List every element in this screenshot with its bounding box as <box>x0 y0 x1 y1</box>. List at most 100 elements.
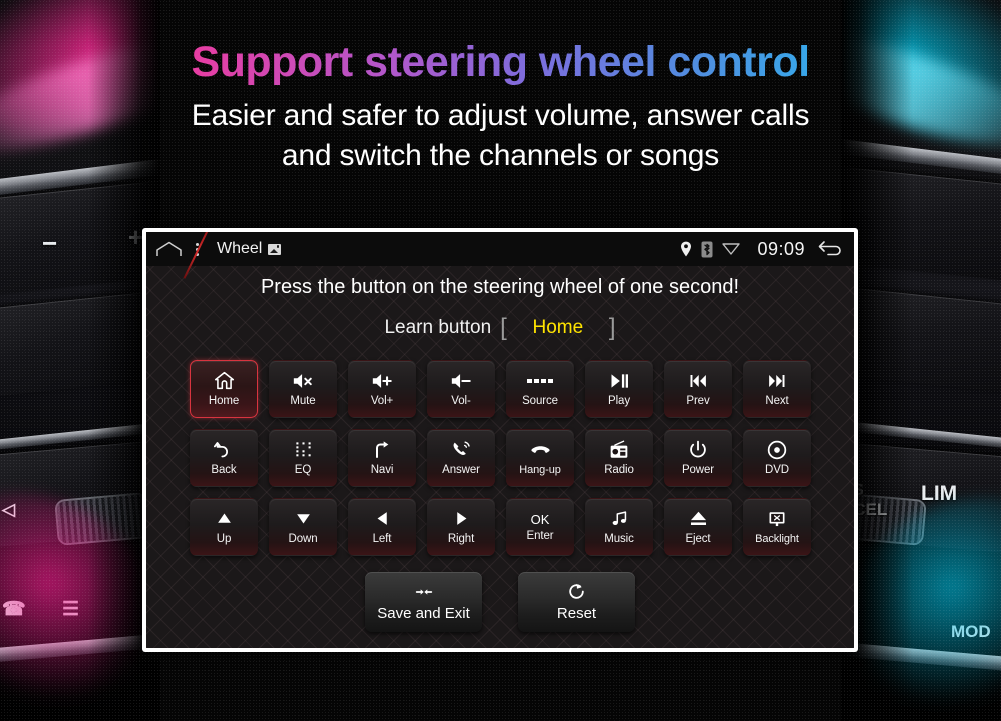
head-unit-device: Wheel 09:09 Press the button on the stee… <box>142 228 858 652</box>
arrow-down-icon <box>294 509 313 529</box>
wheel-button-label: DVD <box>765 463 789 476</box>
screen-off-icon <box>768 509 786 529</box>
wheel-button-play[interactable]: Play <box>585 360 653 418</box>
bracket-open: [ <box>500 314 507 341</box>
ok-text-icon: OK <box>530 512 550 528</box>
wheel-button-home[interactable]: Home <box>190 360 258 418</box>
wheel-button-grid: Home Mute Vol+ Vol- Source Play Prev Next Back EQ… <box>190 360 814 556</box>
wheel-button-down[interactable]: Down <box>269 498 337 556</box>
wheel-button-label: Prev <box>686 394 710 407</box>
wheel-button-dvd[interactable]: DVD <box>743 429 811 487</box>
wheel-button-label: Right <box>447 532 475 545</box>
back-undo-icon <box>213 440 235 460</box>
wheel-button-radio[interactable]: Radio <box>585 429 653 487</box>
wheel-button-back[interactable]: Back <box>190 429 258 487</box>
status-clock: 09:09 <box>757 238 805 259</box>
wheel-button-label: Left <box>372 532 392 545</box>
refresh-circle-icon <box>567 583 586 601</box>
wheel-button-label: EQ <box>294 463 312 476</box>
wheel-button-label: Next <box>765 394 789 407</box>
play-pause-icon <box>608 371 630 391</box>
wheel-button-label: Navi <box>370 463 394 476</box>
action-button-label: Reset <box>556 604 597 622</box>
reset-button[interactable]: Reset <box>518 572 635 632</box>
wheel-button-hang-up[interactable]: Hang-up <box>506 429 574 487</box>
promo-subline-line1: Easier and safer to adjust volume, answe… <box>191 99 810 133</box>
wheel-button-backlight[interactable]: Backlight <box>743 498 811 556</box>
wheel-button-eject[interactable]: Eject <box>664 498 732 556</box>
wheel-button-power[interactable]: Power <box>664 429 732 487</box>
wheel-button-left[interactable]: Left <box>348 498 416 556</box>
wifi-icon <box>722 242 741 256</box>
bracket-close: ] <box>608 314 616 341</box>
eject-icon <box>689 509 708 529</box>
wheel-button-label: Answer <box>442 463 480 476</box>
arrow-right-icon <box>453 509 470 529</box>
status-bar: Wheel 09:09 <box>146 232 854 279</box>
wheel-button-label: Vol+ <box>370 394 394 407</box>
equalizer-icon <box>294 440 313 460</box>
wheel-button-label: Play <box>608 394 630 407</box>
promo-subline-line2: and switch the channels or songs <box>281 138 720 172</box>
wheel-button-music[interactable]: Music <box>585 498 653 556</box>
wheel-button-label: Eject <box>685 532 711 545</box>
promo-banner: − + ◁ ☰ ☎ ES NCEL LIM MOD Support steeri… <box>0 0 1001 721</box>
instruction-text: Press the button on the steering wheel o… <box>260 276 740 298</box>
promo-text-block: Support steering wheel control Easier an… <box>0 39 1001 175</box>
arrows-inward-icon <box>411 583 437 601</box>
wheel-button-enter[interactable]: OK Enter <box>506 498 574 556</box>
promo-subline: Easier and safer to adjust volume, answe… <box>0 96 1001 175</box>
next-track-icon <box>766 371 788 391</box>
wheel-button-label: Down <box>288 532 318 545</box>
wheel-button-vol-[interactable]: Vol+ <box>348 360 416 418</box>
wheel-button-label: Back <box>211 463 237 476</box>
wheel-button-next[interactable]: Next <box>743 360 811 418</box>
volume-up-icon <box>371 371 393 391</box>
wheel-button-label: Music <box>604 532 634 545</box>
wheel-button-right[interactable]: Right <box>427 498 495 556</box>
volume-mute-icon <box>292 371 314 391</box>
wheel-button-navi[interactable]: Navi <box>348 429 416 487</box>
previous-track-icon <box>687 371 709 391</box>
arrow-left-icon <box>374 509 391 529</box>
turn-right-icon <box>372 440 392 460</box>
wheel-button-label: Radio <box>604 463 634 476</box>
home-outline-icon[interactable] <box>156 241 182 257</box>
wheel-button-vol-[interactable]: Vol- <box>427 360 495 418</box>
radio-icon <box>609 440 629 460</box>
back-arrow-icon[interactable] <box>818 240 844 258</box>
volume-down-icon <box>450 371 472 391</box>
wheel-button-eq[interactable]: EQ <box>269 429 337 487</box>
page-title: Support steering wheel control <box>0 39 1001 85</box>
wheel-button-label: Hang-up <box>519 464 561 476</box>
wheel-button-label: Home <box>208 394 240 407</box>
arrow-up-icon <box>215 509 234 529</box>
overflow-menu-icon[interactable] <box>196 242 199 256</box>
power-icon <box>688 440 708 460</box>
phone-hangup-icon <box>530 440 551 460</box>
wheel-button-label: Up <box>216 532 232 545</box>
music-note-icon <box>610 509 629 529</box>
wheel-button-label: Vol- <box>451 394 471 407</box>
action-button-label: Save and Exit <box>377 604 470 622</box>
wheel-button-label: Backlight <box>755 533 799 545</box>
picture-icon <box>268 243 282 255</box>
disc-icon <box>767 440 787 460</box>
wheel-button-label: Power <box>681 463 715 476</box>
wheel-button-mute[interactable]: Mute <box>269 360 337 418</box>
learn-button-value: Home <box>532 317 584 338</box>
phone-ringing-icon <box>451 440 471 460</box>
wheel-button-source[interactable]: Source <box>506 360 574 418</box>
save-and-exit-button[interactable]: Save and Exit <box>365 572 482 632</box>
source-dots-icon <box>527 371 553 391</box>
wheel-button-prev[interactable]: Prev <box>664 360 732 418</box>
wheel-button-label: Mute <box>290 394 316 407</box>
wheel-button-up[interactable]: Up <box>190 498 258 556</box>
screen-title-text: Wheel <box>217 240 263 257</box>
location-pin-icon <box>680 241 692 257</box>
wheel-button-answer[interactable]: Answer <box>427 429 495 487</box>
screen-title: Wheel <box>217 240 282 258</box>
bluetooth-icon <box>701 241 713 258</box>
wheel-button-label: Enter <box>526 530 554 543</box>
head-unit-screen: Wheel 09:09 Press the button on the stee… <box>146 232 854 648</box>
